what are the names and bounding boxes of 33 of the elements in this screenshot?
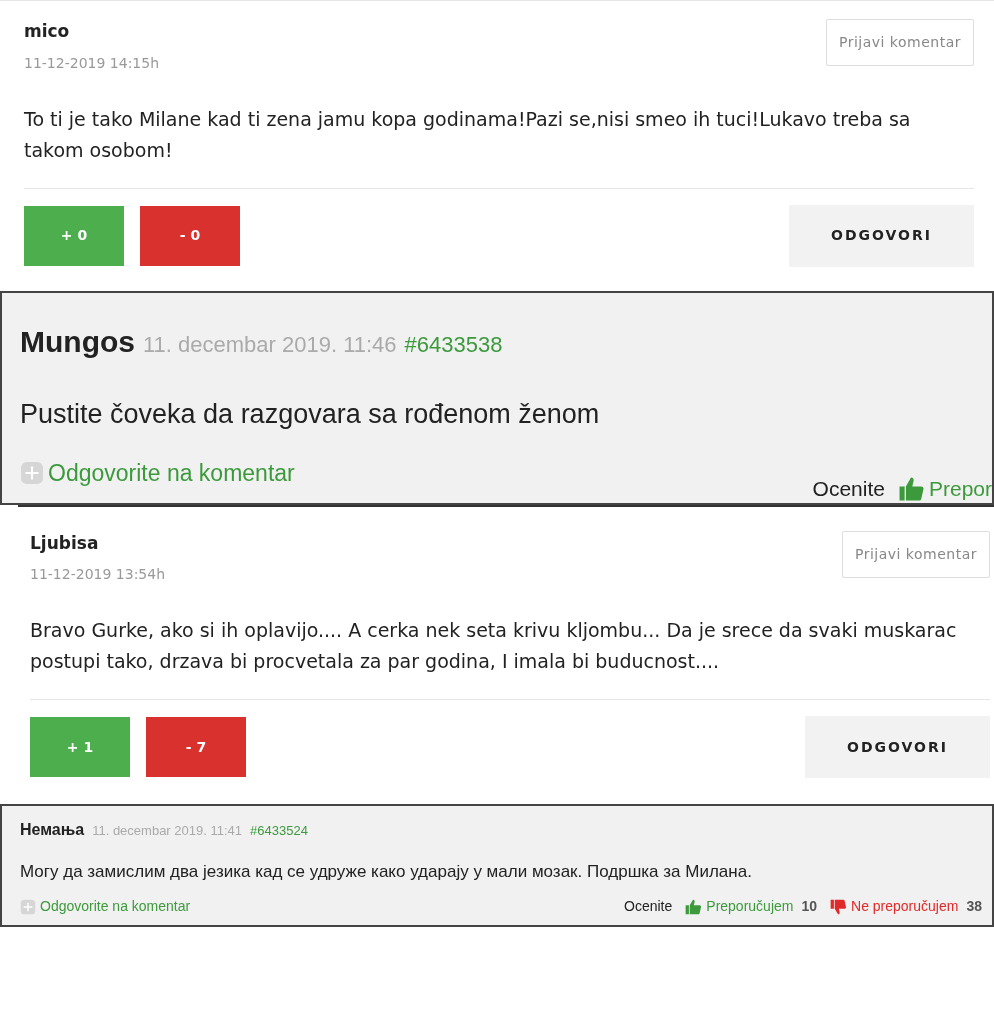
upvote-button[interactable]: + 0	[24, 205, 124, 266]
recommend-link[interactable]: Prepor	[928, 473, 992, 503]
report-button[interactable]: Prijavi komentar	[825, 19, 974, 66]
reply-button[interactable]: ODGOVORI	[789, 204, 974, 267]
comment-id[interactable]: #6433538	[404, 327, 503, 361]
reply-link[interactable]: Odgovorite na komentar	[48, 456, 295, 491]
comment-text: Pustite čoveka da razgovara sa rođenom ženom	[20, 397, 601, 431]
recommend-link[interactable]: Preporučujem	[706, 896, 794, 917]
comment-date: 11-12-2019 13:54h	[30, 565, 166, 584]
not-recommend-count: 38	[966, 897, 982, 916]
comment-date: 11-12-2019 14:15h	[24, 53, 160, 73]
upvote-button[interactable]: + 1	[30, 717, 130, 777]
rate-label: Ocenite	[624, 897, 673, 916]
report-button[interactable]: Prijavi komentar	[841, 530, 990, 578]
author-name: Ljubisa	[30, 531, 100, 555]
downvote-button[interactable]: - 0	[140, 205, 240, 266]
thumbs-up-icon[interactable]	[684, 897, 703, 916]
not-recommend-link[interactable]: Ne preporučujem	[851, 896, 959, 917]
reply-link[interactable]: Odgovorite na komentar	[40, 896, 191, 917]
author-name: Mungos	[20, 323, 135, 360]
comment-date: 11. decembar 2019. 11:46	[143, 330, 397, 359]
comment-text: Bravo Gurke, ako si ih oplavijo.... A cerka nek seta krivu kljombu... Da je srece da svaki muskarac postupi tako, drzava bi procvetala za par godina, I imala bi buducnost....	[30, 615, 990, 700]
thumbs-down-icon[interactable]	[829, 897, 848, 916]
reply-button[interactable]: ODGOVORI	[805, 716, 990, 778]
author-name: mico	[24, 20, 71, 43]
comment-text: To ti je tako Milane kad ti zena jamu kopa godinama!Pazi se,nisi smeo ih tuci!Lukavo treba sa takom osobom!	[24, 103, 974, 189]
downvote-button[interactable]: - 7	[146, 717, 246, 777]
rate-label: Ocenite	[812, 476, 885, 502]
comment-id[interactable]: #6433524	[250, 821, 308, 841]
recommend-count: 10	[801, 897, 818, 916]
comment-date: 11. decembar 2019. 11:41	[92, 822, 243, 840]
author-name: Немања	[20, 820, 85, 840]
comment-text: Могу да замислим два језика кад се удруже како ударају у мали мозак. Подршка за Милана.	[20, 861, 753, 883]
